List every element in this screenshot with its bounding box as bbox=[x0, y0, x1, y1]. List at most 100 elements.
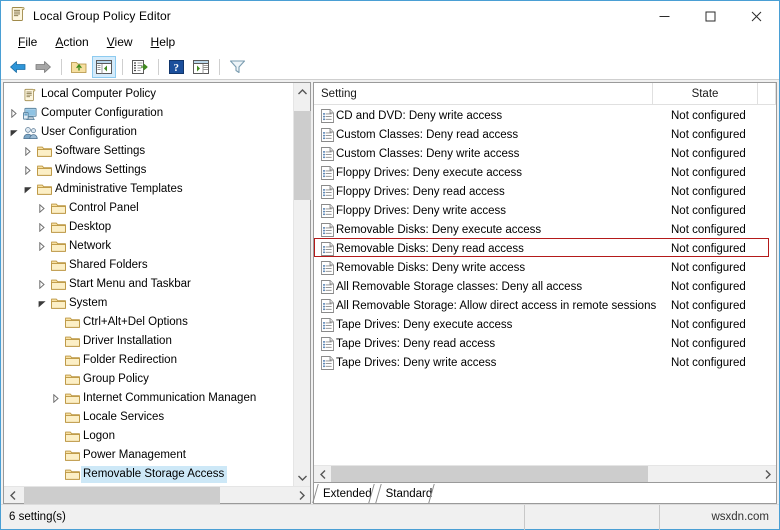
watermark: wsxdn.com bbox=[659, 504, 779, 530]
chevron-down-icon[interactable] bbox=[7, 123, 21, 142]
back-icon[interactable] bbox=[6, 56, 30, 78]
tree-item-network[interactable]: Network bbox=[4, 237, 293, 256]
tree-item-driver-installation[interactable]: Driver Installation bbox=[4, 332, 293, 351]
tree-item-folder-redirection[interactable]: Folder Redirection bbox=[4, 351, 293, 370]
export-list-icon[interactable] bbox=[128, 56, 152, 78]
tree-item-windows-settings[interactable]: Windows Settings bbox=[4, 161, 293, 180]
setting-state: Not configured bbox=[671, 204, 746, 217]
list-hscroll-track[interactable] bbox=[331, 465, 759, 483]
tree-item-label: Computer Configuration bbox=[41, 107, 164, 119]
table-row[interactable]: Tape Drives: Deny read access Not configu… bbox=[314, 334, 776, 353]
chevron-down-icon[interactable] bbox=[21, 180, 35, 199]
tree-item-computer-configuration[interactable]: Computer Configuration bbox=[4, 104, 293, 123]
folder-icon bbox=[49, 221, 67, 234]
window-title: Local Group Policy Editor bbox=[33, 9, 171, 23]
table-row[interactable]: CD and DVD: Deny write access Not configu… bbox=[314, 106, 776, 125]
tree-item-ctrl-alt-del-options[interactable]: Ctrl+Alt+Del Options bbox=[4, 313, 293, 332]
tree-item-logon[interactable]: Logon bbox=[4, 427, 293, 446]
tree-item-internet-communication-managen[interactable]: Internet Communication Managen bbox=[4, 389, 293, 408]
tree-item-system[interactable]: System bbox=[4, 294, 293, 313]
table-row[interactable]: All Removable Storage classes: Deny all … bbox=[314, 277, 776, 296]
tree-item-label: Control Panel bbox=[69, 202, 139, 214]
chevron-right-icon[interactable] bbox=[21, 161, 35, 180]
menu-help[interactable]: Help bbox=[142, 33, 185, 52]
tree-item-software-settings[interactable]: Software Settings bbox=[4, 142, 293, 161]
tree-scroll-right-icon[interactable] bbox=[293, 487, 310, 504]
setting-name: Removable Disks: Deny execute access bbox=[336, 223, 542, 236]
close-button[interactable] bbox=[733, 1, 779, 32]
tree-vertical-scrollbar[interactable] bbox=[293, 83, 311, 486]
tree-item-shared-folders[interactable]: Shared Folders bbox=[4, 256, 293, 275]
settings-list[interactable]: CD and DVD: Deny write access Not configu… bbox=[314, 105, 776, 372]
status-middle-cell bbox=[524, 504, 659, 530]
table-row[interactable]: Tape Drives: Deny execute access Not conf… bbox=[314, 315, 776, 334]
list-hscroll-thumb[interactable] bbox=[331, 465, 648, 483]
tree-item-desktop[interactable]: Desktop bbox=[4, 218, 293, 237]
tree-item-power-management[interactable]: Power Management bbox=[4, 446, 293, 465]
forward-icon[interactable] bbox=[31, 56, 55, 78]
app-icon bbox=[10, 6, 26, 27]
table-row[interactable]: Custom Classes: Deny write access Not con… bbox=[314, 144, 776, 163]
view-tabs[interactable]: Extended Standard bbox=[314, 482, 776, 503]
table-row[interactable]: Removable Disks: Deny write access Not co… bbox=[314, 258, 776, 277]
table-row[interactable]: All Removable Storage: Allow direct acce… bbox=[314, 296, 776, 315]
table-row[interactable]: Custom Classes: Deny read access Not conf… bbox=[314, 125, 776, 144]
tree-item-local-computer-policy[interactable]: Local Computer Policy bbox=[4, 85, 293, 104]
menu-view[interactable]: View bbox=[98, 33, 142, 52]
tree-item-start-menu-and-taskbar[interactable]: Start Menu and Taskbar bbox=[4, 275, 293, 294]
minimize-button[interactable] bbox=[641, 1, 687, 32]
menu-action[interactable]: Action bbox=[46, 33, 97, 52]
tab-standard[interactable]: Standard bbox=[379, 484, 440, 503]
policy-setting-icon bbox=[314, 127, 336, 142]
tree-scroll-track[interactable] bbox=[293, 100, 311, 469]
table-row[interactable]: Tape Drives: Deny write access Not config… bbox=[314, 353, 776, 372]
list-scroll-right-icon[interactable] bbox=[759, 466, 776, 483]
column-header-state[interactable]: State bbox=[653, 82, 758, 105]
tree-item-removable-storage-access[interactable]: Removable Storage Access bbox=[4, 465, 293, 484]
tree-item-control-panel[interactable]: Control Panel bbox=[4, 199, 293, 218]
chevron-right-icon[interactable] bbox=[21, 142, 35, 161]
chevron-right-icon[interactable] bbox=[7, 104, 21, 123]
show-hide-console-tree-icon[interactable] bbox=[92, 55, 116, 78]
tree-scroll-up-icon[interactable] bbox=[294, 83, 311, 100]
tree-hscroll-thumb[interactable] bbox=[23, 486, 220, 504]
show-hide-action-pane-icon[interactable] bbox=[189, 56, 213, 78]
menu-file[interactable]: File bbox=[9, 33, 46, 52]
tree-item-group-policy[interactable]: Group Policy bbox=[4, 370, 293, 389]
toolbar-separator bbox=[158, 58, 159, 75]
chevron-down-icon[interactable] bbox=[35, 294, 49, 313]
toolbar-separator bbox=[219, 58, 220, 75]
chevron-right-icon[interactable] bbox=[35, 199, 49, 218]
table-row[interactable]: Floppy Drives: Deny read access Not confi… bbox=[314, 182, 776, 201]
maximize-button[interactable] bbox=[687, 1, 733, 32]
console-tree[interactable]: Local Computer Policy Computer Configurat… bbox=[4, 83, 293, 486]
chevron-right-icon[interactable] bbox=[49, 389, 63, 408]
help-icon[interactable]: ? bbox=[164, 56, 188, 78]
tree-item-locale-services[interactable]: Locale Services bbox=[4, 408, 293, 427]
table-row[interactable]: Floppy Drives: Deny execute access Not co… bbox=[314, 163, 776, 182]
list-scroll-left-icon[interactable] bbox=[314, 466, 331, 483]
tree-horizontal-scrollbar[interactable] bbox=[4, 486, 310, 504]
filter-icon[interactable] bbox=[225, 56, 249, 78]
tree-item-administrative-templates[interactable]: Administrative Templates bbox=[4, 180, 293, 199]
column-header-setting[interactable]: Setting bbox=[314, 82, 653, 105]
table-row[interactable]: Removable Disks: Deny read access Not con… bbox=[314, 239, 776, 258]
tree-hscroll-track[interactable] bbox=[21, 486, 293, 504]
list-horizontal-scrollbar[interactable] bbox=[314, 465, 776, 483]
setting-state: Not configured bbox=[671, 299, 746, 312]
tree-scroll-left-icon[interactable] bbox=[4, 487, 21, 504]
tree-scroll-down-icon[interactable] bbox=[294, 469, 311, 486]
tree-scroll-thumb[interactable] bbox=[293, 111, 311, 200]
policy-setting-icon bbox=[314, 203, 336, 218]
tree-item-user-configuration[interactable]: User Configuration bbox=[4, 123, 293, 142]
chevron-right-icon[interactable] bbox=[35, 237, 49, 256]
up-one-level-icon[interactable] bbox=[67, 56, 91, 78]
table-row[interactable]: Removable Disks: Deny execute access Not … bbox=[314, 220, 776, 239]
setting-name: All Removable Storage: Allow direct acce… bbox=[336, 299, 657, 312]
table-row[interactable]: Floppy Drives: Deny write access Not conf… bbox=[314, 201, 776, 220]
chevron-right-icon[interactable] bbox=[35, 275, 49, 294]
tab-extended[interactable]: Extended bbox=[316, 484, 379, 503]
setting-name: Removable Disks: Deny write access bbox=[336, 261, 526, 274]
setting-name: Floppy Drives: Deny execute access bbox=[336, 166, 522, 179]
chevron-right-icon[interactable] bbox=[35, 218, 49, 237]
